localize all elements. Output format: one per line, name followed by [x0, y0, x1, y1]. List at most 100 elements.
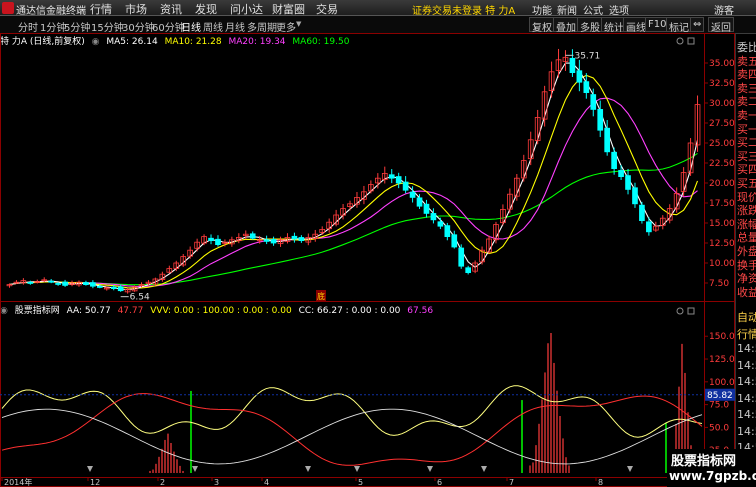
menu-bar: 通达信金融终端 行情 市场 资讯 发现 问小达 财富圈 交易 证券交易未登录 特…	[0, 0, 756, 17]
menu-item-trade[interactable]: 交易	[316, 1, 338, 17]
menu-item-options[interactable]: 选项	[609, 2, 629, 17]
tick-time-label: 14:5	[737, 358, 756, 372]
sidebar-tab-label[interactable]: 行情	[737, 326, 756, 342]
period-tab-daily[interactable]: 日线	[181, 19, 201, 34]
menu-item-assistant[interactable]: 问小达	[230, 1, 263, 17]
time-tick-label: 3	[214, 478, 219, 487]
bottom-marker-label: 底	[317, 291, 325, 301]
price-tick-label: 10.00	[709, 259, 735, 269]
period-tab-intraday[interactable]: 分时	[18, 19, 38, 34]
signal-marker	[87, 466, 93, 472]
time-tick-label: 2014年	[4, 477, 32, 487]
indicator-tick-label: 75.0	[709, 401, 729, 411]
time-axis: 2014年1223456789	[1, 477, 675, 487]
quote-mini-badge	[736, 35, 756, 47]
site-watermark: 股票指标网 www.7gpzb.com	[667, 449, 756, 487]
candle-body	[646, 221, 652, 233]
chart-canvas[interactable]: 35.0032.5030.0027.5025.0022.5020.0017.50…	[0, 33, 735, 487]
candle-body	[27, 282, 34, 284]
expand-button[interactable]: ⇔	[690, 17, 704, 32]
period-tab-1min[interactable]: 1分钟	[40, 19, 66, 34]
candle-body	[83, 282, 89, 286]
period-tab-monthly[interactable]: 月线	[225, 19, 245, 34]
menu-item-wealth-circle[interactable]: 财富圈	[272, 1, 305, 17]
candle-body	[291, 235, 298, 240]
multi-stock-button[interactable]: 多股	[577, 17, 603, 34]
menu-item-quotes[interactable]: 行情	[90, 1, 112, 17]
indicator-axis: 150.0125.0100.075.050.025.085.82	[0, 332, 735, 456]
candle-body	[465, 267, 472, 274]
price-axis: 35.00 32.50 30.00 27.50 25.00 22.50 20.00 17.50…	[709, 59, 735, 289]
app-logo-icon	[2, 2, 14, 14]
candle-body	[215, 238, 221, 245]
aa-curve	[1, 385, 703, 438]
menu-item-formula[interactable]: 公式	[583, 2, 603, 17]
expand-icon: ⇔	[693, 19, 702, 30]
candle-body	[249, 233, 256, 239]
overlay-button[interactable]: 叠加	[553, 17, 579, 34]
back-button[interactable]: 返回	[708, 17, 734, 34]
menu-item-news[interactable]: 资讯	[160, 1, 182, 17]
indicator-lines	[1, 385, 703, 472]
candle-body	[110, 286, 117, 289]
sidebar-tab-label[interactable]: 自动	[737, 309, 756, 325]
tick-time-label: 14:5	[737, 424, 756, 438]
time-tick-label: 4	[264, 478, 269, 487]
price-tick-label: 30.00	[709, 99, 735, 109]
app-title: 通达信金融终端	[16, 6, 86, 17]
indicator-tick-label: 50.0	[709, 423, 729, 433]
menu-item-discover[interactable]: 发现	[195, 1, 217, 17]
indicator-minimize-icon	[676, 307, 684, 315]
candle-body	[90, 282, 96, 287]
indicator-tick-label: 100.0	[709, 378, 735, 388]
candle-body	[437, 221, 444, 227]
period-tab-30min[interactable]: 30分钟	[122, 19, 155, 34]
menu-item-guest[interactable]: 游客	[714, 2, 734, 17]
price-tick-label: 15.00	[709, 219, 735, 229]
candle-body	[625, 175, 631, 190]
candle-body	[430, 213, 437, 221]
candle-body	[611, 151, 617, 169]
candle-body	[263, 239, 270, 242]
window-icons	[676, 37, 695, 315]
price-tick-label: 32.50	[709, 79, 735, 89]
period-toolbar: 分时 1分钟 5分钟 15分钟 30分钟 60分钟 日线 周线 月线 多周期 更…	[0, 16, 756, 34]
period-tab-15min[interactable]: 15分钟	[91, 19, 124, 34]
period-tab-weekly[interactable]: 周线	[203, 19, 223, 34]
indicator-bars	[149, 332, 695, 473]
candle-body	[423, 203, 430, 214]
period-tab-60min[interactable]: 60分钟	[152, 19, 185, 34]
candle-body	[639, 204, 645, 221]
vvv-curve	[1, 408, 703, 465]
time-tick-label: 8	[598, 478, 603, 487]
watermark-url: www.7gpzb.com	[669, 469, 756, 483]
indicator-tick-label: 150.0	[709, 332, 735, 342]
price-tick-label: 35.00	[709, 59, 735, 69]
period-tab-multi[interactable]: 多周期	[247, 19, 277, 34]
cc-curve	[1, 393, 703, 466]
candle-body	[409, 191, 416, 198]
tick-time-label: 14:5	[737, 375, 756, 388]
watermark-title: 股票指标网	[671, 454, 737, 469]
chart-frame	[0, 33, 735, 487]
price-tick-label: 27.50	[709, 119, 735, 129]
price-tick-label: 20.00	[709, 179, 735, 189]
menu-item-market[interactable]: 市场	[125, 1, 147, 17]
period-tab-more[interactable]: 更多	[276, 19, 296, 34]
price-tick-label: 12.50	[709, 239, 735, 249]
indicator-maximize-icon	[687, 307, 695, 315]
adjust-button[interactable]: 复权	[529, 17, 555, 34]
tick-time-label: 14:5	[737, 391, 756, 405]
candle-body	[451, 234, 458, 248]
signal-marker	[427, 466, 433, 472]
price-tick-label: 22.50	[709, 159, 735, 169]
period-tab-5min[interactable]: 5分钟	[64, 19, 90, 34]
quote-sidebar: 委比 卖五 卖四 卖三 卖二 卖一 买一 买二 买三 买四 买五 现价 涨跌 涨幅 总量 外盘 换手 净资 收益 自动…	[735, 34, 756, 487]
menu-item-functions[interactable]: 功能	[532, 2, 552, 17]
more-chevron-icon[interactable]: ▼	[296, 20, 301, 28]
candle-body	[117, 286, 124, 292]
mark-button[interactable]: 标记	[666, 17, 692, 34]
signal-marker	[192, 466, 198, 472]
price-tick-label: 7.50	[709, 279, 729, 289]
menu-item-news-right[interactable]: 新闻	[557, 2, 577, 17]
